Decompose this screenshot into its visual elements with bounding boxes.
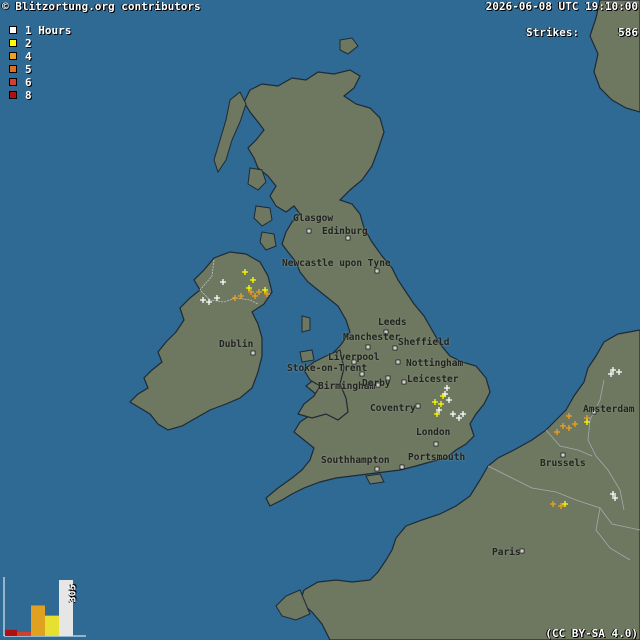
histogram-bar (17, 631, 31, 636)
legend-label: 8 (25, 88, 32, 102)
legend-label: 1 Hours (25, 23, 72, 37)
legend-item: 8 (9, 88, 32, 102)
legend-item: 6 (9, 75, 32, 89)
map-canvas[interactable] (0, 0, 640, 640)
legend-swatch (9, 91, 17, 99)
legend-label: 4 (25, 49, 32, 63)
legend-item: 5 (9, 62, 32, 76)
legend-item: 4 (9, 49, 32, 63)
city-label-edinburgh: Edinburg (322, 226, 368, 237)
strikes-count: 586 (618, 26, 638, 39)
city-label-leicester: Leicester (407, 374, 459, 385)
legend-label: 2 (25, 36, 32, 50)
legend-item: 2 (9, 36, 32, 50)
histogram-bar (5, 629, 17, 636)
histogram-label: 305 (67, 584, 79, 603)
isle-of-man (301, 315, 311, 333)
city-label-manchester: Manchester (343, 332, 401, 343)
city-label-sheffield: Sheffield (398, 337, 450, 348)
city-label-portsmouth: Portsmouth (408, 452, 466, 463)
histogram-bar (45, 615, 59, 636)
legend-swatch (9, 65, 17, 73)
city-label-amsterdam: Amsterdam (583, 404, 635, 415)
legend-swatch (9, 26, 17, 34)
city-label-nottingham: Nottingham (406, 358, 464, 369)
isle-of-wight (365, 473, 385, 485)
credit-text: © Blitzortung.org contributors (2, 0, 201, 13)
city-label-glasgow: Glasgow (293, 213, 334, 224)
timestamp-text: 2026-06-08 UTC 19:10:00 (485, 0, 638, 13)
city-label-brussels: Brussels (540, 458, 586, 469)
city-label-newcastle: Newcastle upon Tyne (282, 258, 391, 269)
legend-label: 6 (25, 75, 32, 89)
legend-swatch (9, 78, 17, 86)
city-label-liverpool: Liverpool (328, 352, 380, 363)
city-label-stoke: Stoke-on-Trent (287, 363, 368, 374)
city-label-leeds: Leeds (378, 317, 407, 328)
city-label-dublin: Dublin (219, 339, 254, 350)
legend-swatch (9, 52, 17, 60)
lightning-map: © Blitzortung.org contributors 2026-06-0… (0, 0, 640, 640)
strikes-label: Strikes: (526, 26, 579, 39)
city-label-derby: Derby (362, 378, 391, 389)
histogram-bar (31, 605, 45, 636)
city-label-london: London (416, 427, 451, 438)
city-label-coventry: Coventry (370, 403, 416, 414)
city-label-paris: Paris (492, 547, 521, 558)
city-label-southampton: Southhampton (321, 455, 390, 466)
legend-swatch (9, 39, 17, 47)
anglesey (299, 349, 315, 363)
legend-label: 5 (25, 62, 32, 76)
license-text: (CC BY-SA 4.0) (545, 627, 638, 640)
legend-item: 1 Hours (9, 23, 72, 37)
